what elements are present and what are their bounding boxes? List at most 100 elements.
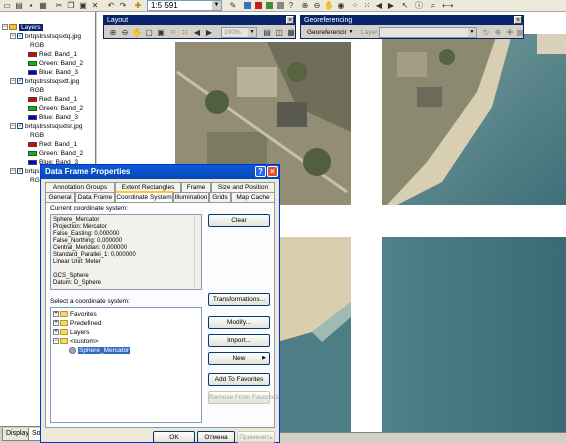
chevron-down-icon[interactable]: ▼ [248, 28, 256, 37]
clear-button[interactable]: Clear [208, 214, 270, 227]
collapse-icon[interactable]: − [10, 123, 16, 130]
toc-layer[interactable]: − ✓ brtqstrsstsqsxtq.jpg [10, 32, 81, 41]
catalog-icon[interactable] [244, 2, 251, 9]
editor-icon[interactable]: ✎ [228, 1, 238, 10]
collapse-icon[interactable]: − [53, 338, 59, 345]
tab-general[interactable]: General [45, 192, 75, 202]
identify-icon[interactable]: ⓘ [414, 1, 424, 10]
close-icon[interactable]: × [514, 16, 522, 24]
tab-frame[interactable]: Frame [181, 182, 211, 192]
help-icon[interactable]: ? [255, 166, 266, 177]
model-builder-icon[interactable] [277, 2, 284, 9]
collapse-icon[interactable]: − [10, 78, 16, 85]
chevron-down-icon[interactable]: ▼ [347, 28, 355, 37]
fixed-zoom-out-icon[interactable]: ⁙ [362, 1, 372, 10]
layer-visibility-checkbox[interactable]: ✓ [17, 78, 23, 85]
copy-icon[interactable]: ❐ [66, 1, 76, 10]
add-control-points-icon[interactable]: ✚ [505, 28, 515, 37]
forward-extent-icon[interactable]: ▶ [204, 28, 214, 37]
view-link-table-icon[interactable]: ▦ [515, 28, 525, 37]
python-icon[interactable] [266, 2, 273, 9]
back-extent-icon[interactable]: ◀ [192, 28, 202, 37]
toc-layer[interactable]: − ✓ brtqstrsstsqsxtsr.jpg [10, 122, 82, 131]
delete-icon[interactable]: ✕ [90, 1, 100, 10]
cut-icon[interactable]: ✂ [54, 1, 64, 10]
tab-data-frame[interactable]: Data Frame [75, 192, 115, 202]
toggle-draft-mode-icon[interactable]: ▤ [262, 28, 272, 37]
map-scale-combo[interactable]: 1:5 591 ▼ [147, 0, 222, 11]
rotate-icon[interactable]: ↻ [481, 28, 491, 37]
expand-icon[interactable]: + [53, 320, 59, 327]
tree-item-favorites[interactable]: + Favorites [53, 310, 97, 319]
save-icon[interactable]: ▪ [26, 1, 36, 10]
toc-layer-name[interactable]: brtqstrsstsqsxtsr.jpg [25, 123, 82, 130]
coordinate-system-tree[interactable]: + Favorites + Predefined + Layers − <custom>… [50, 307, 202, 423]
import-button[interactable]: Import... [208, 334, 270, 347]
expand-icon[interactable]: + [53, 329, 59, 336]
help-icon[interactable]: ? [286, 1, 296, 10]
layout-pan-icon[interactable]: ✋ [132, 28, 142, 37]
full-extent-icon[interactable]: ◉ [336, 1, 346, 10]
tree-item-predefined[interactable]: + Predefined [53, 319, 101, 328]
zoom-whole-page-icon[interactable]: ▢ [144, 28, 154, 37]
zoom-out-icon[interactable]: ⊖ [312, 1, 322, 10]
tab-illumination[interactable]: Illumination [173, 192, 209, 202]
layout-zoom-in-icon[interactable]: ⊕ [108, 28, 118, 37]
close-icon[interactable]: × [267, 166, 278, 177]
tab-coordinate-system[interactable]: Coordinate System [115, 191, 173, 202]
tree-item-custom[interactable]: − <custom> [53, 337, 99, 346]
new-icon[interactable]: ▭ [2, 1, 12, 10]
back-extent-icon[interactable]: ◀ [374, 1, 384, 10]
layer-visibility-checkbox[interactable]: ✓ [17, 123, 23, 130]
redo-icon[interactable]: ↷ [118, 1, 128, 10]
toc-root-label[interactable]: Layers [19, 24, 43, 31]
shift-icon[interactable]: ✥ [493, 28, 503, 37]
tree-item-sphere-mercator[interactable]: Sphere_Mercator [69, 346, 131, 355]
layout-zoom-out-icon[interactable]: ⊖ [120, 28, 130, 37]
apply-button[interactable]: Применить [237, 431, 275, 443]
collapse-icon[interactable]: − [10, 168, 16, 175]
cancel-button[interactable]: Отмена [197, 431, 235, 443]
layout-zoom-combo[interactable]: 100% ▼ [221, 27, 257, 38]
ok-button[interactable]: OK [153, 431, 195, 443]
tab-annotation-groups[interactable]: Annotation Groups [45, 182, 115, 192]
expand-icon[interactable]: + [53, 311, 59, 318]
print-icon[interactable]: ▦ [38, 1, 48, 10]
chevron-down-icon[interactable]: ▼ [212, 1, 221, 10]
open-icon[interactable]: ▤ [14, 1, 24, 10]
collapse-icon[interactable]: − [10, 33, 16, 40]
find-icon[interactable]: ⌕ [428, 1, 438, 10]
paste-icon[interactable]: ▣ [78, 1, 88, 10]
layer-visibility-checkbox[interactable]: ✓ [17, 33, 23, 40]
measure-icon[interactable]: ⟷ [442, 1, 453, 10]
chevron-down-icon[interactable]: ▼ [468, 28, 476, 37]
georef-layer-combo[interactable]: ▼ [379, 27, 477, 38]
georeferencing-menu[interactable]: Georeferencing ▼ [304, 27, 356, 38]
zoom-in-icon[interactable]: ⊕ [300, 1, 310, 10]
tree-item-layers[interactable]: + Layers [53, 328, 90, 337]
undo-icon[interactable]: ↶ [106, 1, 116, 10]
add-to-favorites-button[interactable]: Add To Favorites [208, 373, 270, 386]
tab-size-and-position[interactable]: Size and Position [211, 182, 275, 192]
toc-root[interactable]: − Layers [2, 23, 43, 32]
toc-layer-name[interactable]: brtqstrsstsqsxtt.jpg [25, 78, 79, 85]
fixed-zoom-in-icon[interactable]: ⁘ [168, 28, 178, 37]
toc-layer[interactable]: − ✓ brtqstrsstsqsxtt.jpg [10, 77, 79, 86]
details-scrollbar[interactable] [194, 215, 201, 289]
tab-grids[interactable]: Grids [209, 192, 231, 202]
select-icon[interactable]: ↖ [400, 1, 410, 10]
pan-icon[interactable]: ✋ [324, 1, 334, 10]
add-data-icon[interactable]: ✚ [133, 1, 143, 10]
toolbox-icon[interactable] [255, 2, 262, 9]
fixed-zoom-in-icon[interactable]: ⁘ [350, 1, 360, 10]
toc-layer-name[interactable]: brtqstrsstsqsxtq.jpg [25, 33, 81, 40]
fixed-zoom-out-icon[interactable]: ⁙ [180, 28, 190, 37]
tab-map-cache[interactable]: Map Cache [231, 192, 275, 202]
current-coordinate-details[interactable]: Sphere_Mercator Projection: Mercator Fal… [50, 214, 202, 290]
modify-button[interactable]: Modify... [208, 316, 270, 329]
close-icon[interactable]: × [286, 16, 294, 24]
change-layout-icon[interactable]: ▦ [286, 28, 296, 37]
focus-data-frame-icon[interactable]: ◫ [274, 28, 284, 37]
collapse-icon[interactable]: − [2, 24, 8, 31]
layer-visibility-checkbox[interactable]: ✓ [17, 168, 23, 175]
